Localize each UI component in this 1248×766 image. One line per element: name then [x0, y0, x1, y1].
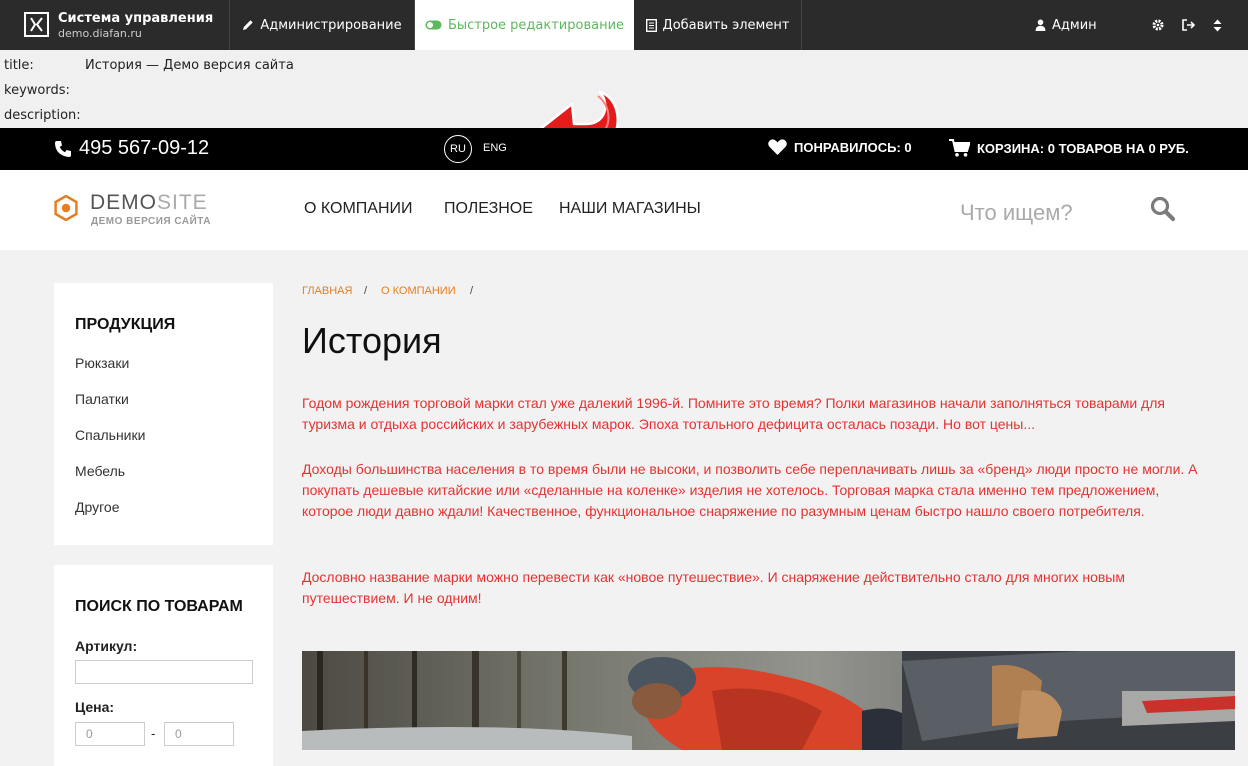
- article-input[interactable]: [75, 660, 253, 684]
- document-icon: [645, 18, 657, 32]
- admin-domain: demo.diafan.ru: [58, 27, 142, 40]
- logo-site: SITE: [157, 191, 208, 214]
- logo-subtitle: ДЕМО ВЕРСИЯ САЙТА: [91, 216, 211, 227]
- wishlist-link[interactable]: ПОНРАВИЛОСЬ: 0: [768, 139, 912, 155]
- content-paragraph: Дословно название марки можно перевести …: [302, 569, 1125, 606]
- phone-icon: [55, 140, 71, 157]
- category-item[interactable]: Другое: [75, 499, 119, 515]
- site-header: DEMOSITE ДЕМО ВЕРСИЯ САЙТА О КОМПАНИИ ПО…: [0, 170, 1248, 250]
- phone-number: 495 567-09-12: [79, 137, 210, 159]
- history-photo: [302, 651, 1235, 750]
- meta-description-key: description:: [4, 108, 81, 123]
- user-menu[interactable]: Админ: [1035, 0, 1105, 50]
- add-element-label: Добавить элемент: [662, 17, 790, 33]
- search-icon[interactable]: [1150, 196, 1176, 222]
- category-item[interactable]: Мебель: [75, 463, 125, 479]
- breadcrumb-home[interactable]: ГЛАВНАЯ: [302, 285, 352, 297]
- product-search-card: ПОИСК ПО ТОВАРАМ Артикул: Цена: 0 - 0: [54, 565, 273, 766]
- meta-title-key: title:: [4, 58, 34, 73]
- page-title: История: [302, 320, 442, 361]
- heart-icon: [768, 139, 787, 155]
- quick-edit-label: Быстрое редактирование: [447, 17, 625, 33]
- admin-title: Система управления: [58, 11, 214, 26]
- logout-icon[interactable]: [1182, 19, 1195, 31]
- wishlist-label: ПОНРАВИЛОСЬ: 0: [794, 139, 912, 155]
- pencil-icon: [243, 20, 254, 30]
- administration-label: Администрирование: [260, 17, 402, 33]
- category-item[interactable]: Палатки: [75, 391, 129, 407]
- meta-panel: title: История — Демо версия сайта keywo…: [0, 50, 1248, 160]
- category-item[interactable]: Рюкзаки: [75, 355, 129, 371]
- toggle-on-icon: [425, 20, 442, 30]
- cart-label: КОРЗИНА: 0 ТОВАРОВ НА 0 РУБ.: [977, 140, 1189, 156]
- admin-icons: [1152, 0, 1228, 50]
- nav-useful[interactable]: ПОЛЕЗНОЕ: [444, 200, 533, 218]
- article-label: Артикул:: [75, 638, 138, 654]
- admin-bar: Система управления demo.diafan.ru Админи…: [0, 0, 1248, 50]
- content-paragraph: Годом рождения торговой марки стал уже д…: [302, 395, 1165, 432]
- price-to-input[interactable]: 0: [164, 722, 234, 746]
- lang-ru-button[interactable]: RU: [444, 135, 472, 163]
- breadcrumb-separator: /: [470, 285, 474, 297]
- category-item[interactable]: Спальники: [75, 427, 145, 443]
- search-input[interactable]: Что ищем?: [960, 200, 1073, 226]
- meta-keywords-key: keywords:: [4, 83, 70, 98]
- add-element-button[interactable]: Добавить элемент: [634, 0, 802, 50]
- content-paragraph: Доходы большинства населения в то время …: [302, 461, 1198, 519]
- products-title: ПРОДУКЦИЯ: [75, 316, 176, 333]
- price-dash: -: [151, 726, 156, 741]
- gear-icon[interactable]: [1152, 19, 1164, 31]
- demosite-logo-icon[interactable]: [53, 195, 79, 221]
- logo-demo: DEMO: [90, 191, 157, 214]
- sort-arrows-icon[interactable]: [1213, 19, 1222, 32]
- phone-link[interactable]: 495 567-09-12: [54, 137, 209, 160]
- quick-edit-toggle[interactable]: Быстрое редактирование: [415, 0, 634, 50]
- lang-en-button[interactable]: ENG: [483, 142, 507, 154]
- admin-brand[interactable]: Система управления demo.diafan.ru: [0, 0, 230, 50]
- user-label: Админ: [1052, 17, 1097, 33]
- site-top-bar: 495 567-09-12 RU ENG ПОНРАВИЛОСЬ: 0 КОРЗ…: [0, 128, 1248, 170]
- product-search-title: ПОИСК ПО ТОВАРАМ: [75, 598, 243, 615]
- breadcrumb-about[interactable]: О КОМПАНИИ: [381, 285, 456, 297]
- cart-link[interactable]: КОРЗИНА: 0 ТОВАРОВ НА 0 РУБ.: [949, 139, 1189, 157]
- cart-icon: [949, 139, 970, 157]
- products-card: ПРОДУКЦИЯ Рюкзаки Палатки Спальники Мебе…: [54, 283, 273, 545]
- meta-title-value[interactable]: История — Демо версия сайта: [85, 58, 294, 73]
- diafan-logo-icon: [24, 12, 49, 37]
- price-label: Цена:: [75, 699, 115, 715]
- user-icon: [1035, 19, 1046, 31]
- nav-about[interactable]: О КОМПАНИИ: [304, 200, 413, 218]
- price-from-input[interactable]: 0: [75, 722, 145, 746]
- breadcrumb-separator: /: [364, 285, 368, 297]
- logo-text[interactable]: DEMOSITE: [90, 191, 208, 215]
- nav-stores[interactable]: НАШИ МАГАЗИНЫ: [559, 200, 701, 218]
- administration-button[interactable]: Администрирование: [230, 0, 415, 50]
